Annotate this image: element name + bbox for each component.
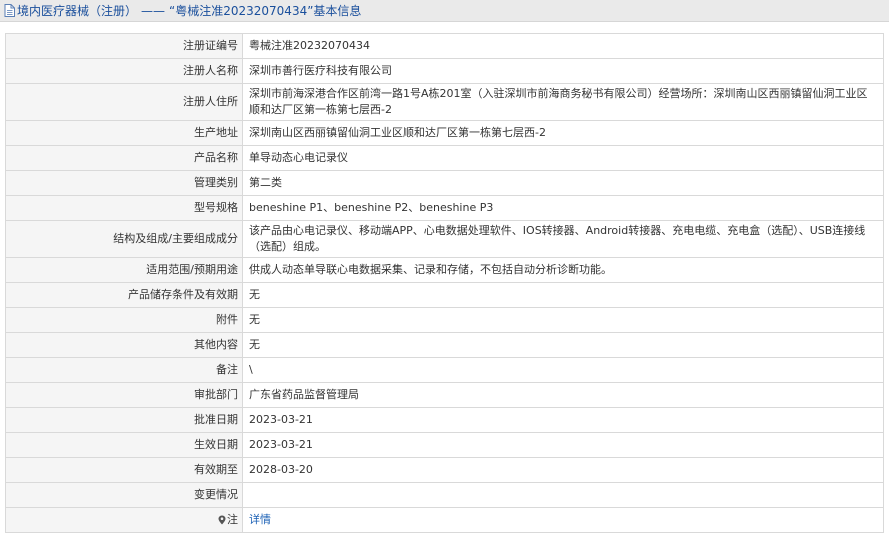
table-row: 变更情况 — [5, 482, 884, 508]
row-value: 深圳市前海深港合作区前湾一路1号A栋201室（入驻深圳市前海商务秘书有限公司）经… — [242, 83, 884, 121]
row-value: 2028-03-20 — [242, 457, 884, 483]
table-row: 备注 \ — [5, 357, 884, 383]
table-row: 型号规格 beneshine P1、beneshine P2、beneshine… — [5, 195, 884, 221]
table-row: 注册证编号 粤械注准20232070434 — [5, 33, 884, 59]
row-label: 注册证编号 — [5, 33, 243, 59]
table-row: 生产地址 深圳南山区西丽镇留仙洞工业区顺和达厂区第一栋第七层西-2 — [5, 120, 884, 146]
row-value: 无 — [242, 282, 884, 308]
row-value — [242, 482, 884, 508]
row-label: 结构及组成/主要组成成分 — [5, 220, 243, 258]
row-value: 2023-03-21 — [242, 432, 884, 458]
table-row: 注册人名称 深圳市善行医疗科技有限公司 — [5, 58, 884, 84]
row-label: 批准日期 — [5, 407, 243, 433]
row-value: 2023-03-21 — [242, 407, 884, 433]
table-row: 产品储存条件及有效期 无 — [5, 282, 884, 308]
table-row: 审批部门 广东省药品监督管理局 — [5, 382, 884, 408]
row-label: 型号规格 — [5, 195, 243, 221]
row-value: 广东省药品监督管理局 — [242, 382, 884, 408]
page-title: 境内医疗器械（注册） —— “粤械注准20232070434”基本信息 — [17, 2, 361, 19]
table-row: 管理类别 第二类 — [5, 170, 884, 196]
pin-icon — [218, 515, 226, 525]
row-label: 其他内容 — [5, 332, 243, 358]
header-separator: —— — [141, 4, 166, 18]
row-label: 备注 — [5, 357, 243, 383]
table-row: 结构及组成/主要组成成分 该产品由心电记录仪、移动端APP、心电数据处理软件、I… — [5, 220, 884, 258]
table-row: 批准日期 2023-03-21 — [5, 407, 884, 433]
table-row: 附件 无 — [5, 307, 884, 333]
row-label: 产品名称 — [5, 145, 243, 171]
row-value: beneshine P1、beneshine P2、beneshine P3 — [242, 195, 884, 221]
row-label: 注册人住所 — [5, 83, 243, 121]
note-value: 详情 — [242, 507, 884, 533]
info-table: 注册证编号 粤械注准20232070434 注册人名称 深圳市善行医疗科技有限公… — [5, 33, 884, 533]
row-label: 审批部门 — [5, 382, 243, 408]
table-row: 生效日期 2023-03-21 — [5, 432, 884, 458]
row-label: 附件 — [5, 307, 243, 333]
row-label: 适用范围/预期用途 — [5, 257, 243, 283]
note-label: 注 — [5, 507, 243, 533]
row-value: 深圳南山区西丽镇留仙洞工业区顺和达厂区第一栋第七层西-2 — [242, 120, 884, 146]
row-value: 供成人动态单导联心电数据采集、记录和存储，不包括自动分析诊断功能。 — [242, 257, 884, 283]
row-label: 管理类别 — [5, 170, 243, 196]
row-value: 无 — [242, 307, 884, 333]
table-row: 适用范围/预期用途 供成人动态单导联心电数据采集、记录和存储，不包括自动分析诊断… — [5, 257, 884, 283]
row-label: 注册人名称 — [5, 58, 243, 84]
document-icon — [4, 4, 15, 17]
row-value: 无 — [242, 332, 884, 358]
page-header: 境内医疗器械（注册） —— “粤械注准20232070434”基本信息 — [0, 0, 889, 22]
row-label: 有效期至 — [5, 457, 243, 483]
row-label: 产品储存条件及有效期 — [5, 282, 243, 308]
table-row: 产品名称 单导动态心电记录仪 — [5, 145, 884, 171]
row-value: 粤械注准20232070434 — [242, 33, 884, 59]
table-row: 有效期至 2028-03-20 — [5, 457, 884, 483]
details-link[interactable]: 详情 — [249, 513, 271, 526]
row-label: 生效日期 — [5, 432, 243, 458]
row-value: 深圳市善行医疗科技有限公司 — [242, 58, 884, 84]
row-value: 单导动态心电记录仪 — [242, 145, 884, 171]
header-subject: “粤械注准20232070434”基本信息 — [169, 4, 362, 18]
table-row: 注册人住所 深圳市前海深港合作区前湾一路1号A栋201室（入驻深圳市前海商务秘书… — [5, 83, 884, 121]
row-value: \ — [242, 357, 884, 383]
row-value: 该产品由心电记录仪、移动端APP、心电数据处理软件、IOS转接器、Android… — [242, 220, 884, 258]
header-category: 境内医疗器械（注册） — [17, 4, 138, 18]
row-value: 第二类 — [242, 170, 884, 196]
note-label-text: 注 — [227, 513, 238, 526]
table-row: 其他内容 无 — [5, 332, 884, 358]
note-row: 注 详情 — [5, 507, 884, 533]
row-label: 生产地址 — [5, 120, 243, 146]
row-label: 变更情况 — [5, 482, 243, 508]
